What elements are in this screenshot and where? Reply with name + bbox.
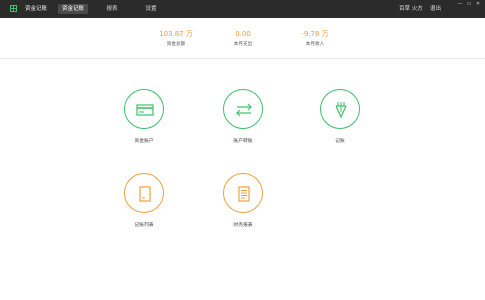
- stat-month-income: -9.78 万 本月收入: [285, 30, 345, 47]
- tile-circle[interactable]: [223, 89, 263, 129]
- app-title: 资金记账: [25, 6, 48, 12]
- report-document-icon: [238, 186, 250, 202]
- tile-financial-report[interactable]: 财务报表: [203, 173, 283, 228]
- pen-nib-icon: [335, 102, 347, 119]
- list-document-icon: [139, 186, 151, 202]
- stat-label: 资金总额: [166, 42, 186, 47]
- tile-label: 账户转账: [233, 139, 253, 144]
- card-icon: [136, 104, 154, 116]
- stat-value: -9.78 万: [301, 30, 329, 38]
- tile-label: 记账: [335, 139, 345, 144]
- tile-bookkeeping-list[interactable]: 记账列表: [104, 173, 184, 228]
- tile-circle[interactable]: [223, 173, 263, 213]
- stat-label: 本月支出: [233, 42, 253, 47]
- user-name[interactable]: 百草 火方: [399, 5, 423, 13]
- transfer-arrows-icon: [236, 103, 252, 117]
- tile-label: 资金账户: [134, 139, 154, 144]
- minimize-icon[interactable]: —: [456, 1, 464, 7]
- stat-value: 0.00: [235, 30, 251, 38]
- tile-circle[interactable]: [124, 89, 164, 129]
- tile-bookkeeping[interactable]: 记账: [300, 89, 380, 144]
- close-icon[interactable]: ✕: [474, 1, 482, 7]
- stat-month-expense: 0.00 本月支出: [213, 30, 273, 47]
- restore-icon[interactable]: ▭: [465, 1, 473, 7]
- title-bar: 资金记账 资金记账 报表 设置 百草 火方 退出 — ▭ ✕: [0, 0, 485, 18]
- tab-reports[interactable]: 报表: [103, 4, 121, 14]
- tab-fund-accounting[interactable]: 资金记账: [58, 4, 88, 14]
- tile-circle[interactable]: [124, 173, 164, 213]
- logout-button[interactable]: 退出: [430, 5, 441, 13]
- stat-label: 本月收入: [305, 42, 325, 47]
- app-logo-icon: [10, 5, 17, 12]
- stat-total-funds: 103.87 万 资金总额: [146, 30, 206, 47]
- tab-settings[interactable]: 设置: [142, 4, 160, 14]
- tile-account-transfer[interactable]: 账户转账: [203, 89, 283, 144]
- stat-value: 103.87 万: [159, 30, 193, 38]
- tile-label: 记账列表: [134, 223, 154, 228]
- tile-circle[interactable]: [320, 89, 360, 129]
- summary-panel: 103.87 万 资金总额 0.00 本月支出 -9.78 万 本月收入: [0, 18, 485, 59]
- tile-fund-accounts[interactable]: 资金账户: [104, 89, 184, 144]
- tile-label: 财务报表: [233, 223, 253, 228]
